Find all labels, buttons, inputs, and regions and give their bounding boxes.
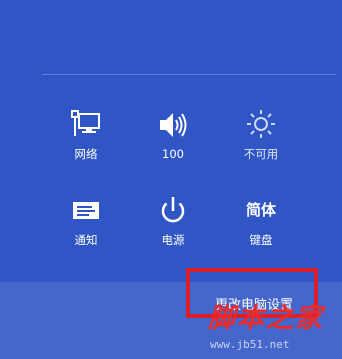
tile-label: 电源 — [161, 233, 185, 247]
notifications-icon — [69, 196, 103, 228]
tile-power[interactable]: 电源 — [136, 196, 210, 256]
watermark-url: www.jb51.net — [210, 338, 290, 351]
watermark-logo: 脚本之家 www.jb51.net — [208, 302, 338, 356]
tile-label: 网络 — [74, 147, 98, 161]
tile-network[interactable]: 网络 — [49, 110, 123, 170]
power-icon — [156, 196, 190, 228]
tile-notifications[interactable]: 通知 — [49, 196, 123, 256]
tile-label: 通知 — [74, 233, 98, 247]
tile-label: 100 — [162, 147, 184, 161]
tile-volume[interactable]: 100 — [136, 110, 210, 170]
tile-brightness[interactable]: 不可用 — [224, 110, 298, 170]
watermark-title: 脚本之家 — [208, 303, 324, 334]
network-icon — [69, 110, 103, 142]
keyboard-ime-icon: 简体 — [245, 201, 276, 219]
tile-label: 不可用 — [243, 147, 279, 161]
volume-icon — [156, 110, 190, 142]
tile-label: 键盘 — [249, 233, 273, 247]
tile-keyboard[interactable]: 简体 键盘 — [224, 196, 298, 256]
divider — [42, 74, 336, 75]
settings-charm-panel: 网络 100 不可用 通知 电源 简体 键盘 更改电脑设置 脚本之家 www.j… — [0, 0, 342, 359]
brightness-icon — [244, 110, 278, 142]
